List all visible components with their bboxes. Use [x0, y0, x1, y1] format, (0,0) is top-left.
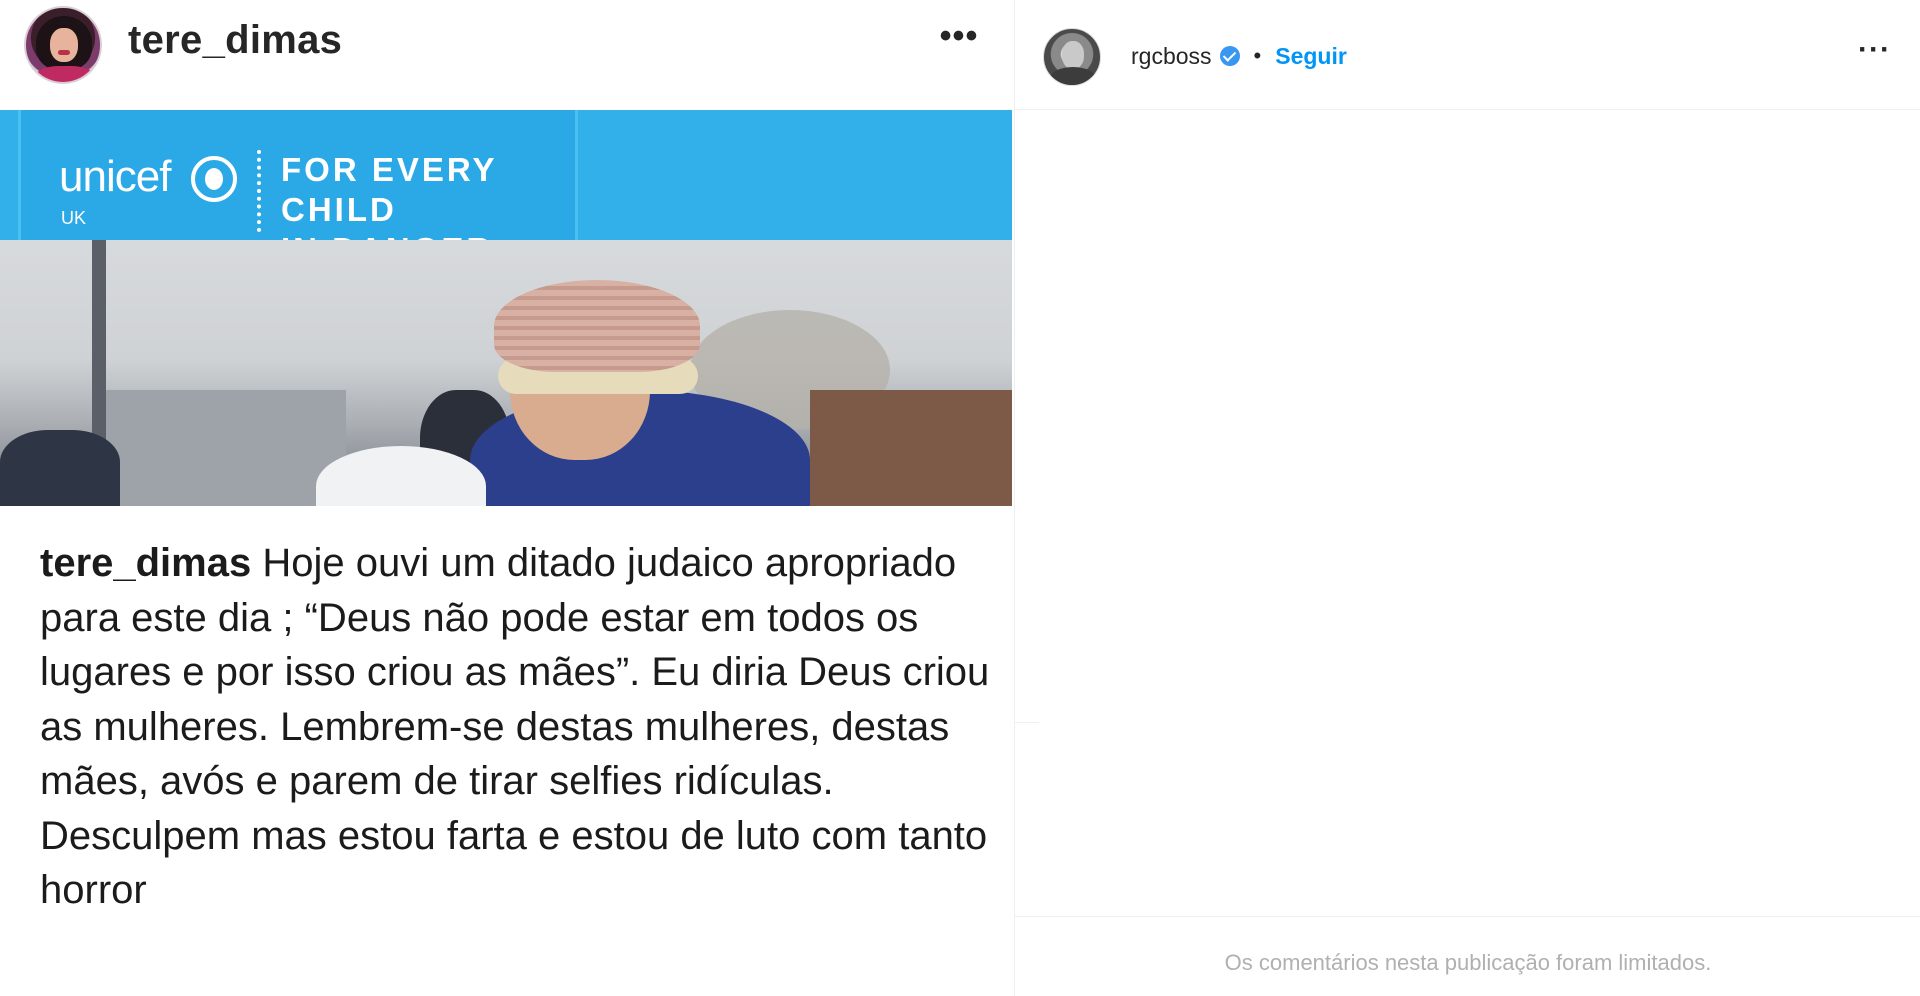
caption-text: Hoje ouvi um ditado judaico apropriado p…: [40, 541, 990, 912]
embedded-post-screenshot: tere_dimas ••• unicef UK FOR EVERY CHILD…: [0, 0, 1012, 996]
unicef-banner: unicef UK FOR EVERY CHILD IN DANGER: [0, 110, 1012, 268]
photo-woman-hat: [494, 280, 700, 372]
avatar[interactable]: [24, 6, 102, 84]
photo-building: [96, 390, 346, 506]
sidebar-header: rgcboss • Seguir ···: [1015, 0, 1920, 110]
unicef-globe-icon: [191, 156, 237, 202]
more-options-icon[interactable]: •••: [934, 19, 984, 56]
author-avatar-face: [1062, 41, 1084, 69]
avatar-face: [50, 28, 78, 62]
comments-limited-notice: Os comentários nesta publicação foram li…: [1224, 950, 1712, 975]
unicef-logo-box: unicef UK FOR EVERY CHILD IN DANGER: [18, 110, 578, 268]
verified-badge-icon: [1219, 46, 1240, 66]
avatar-mouth: [58, 50, 70, 55]
divider: [1015, 722, 1039, 723]
more-options-icon[interactable]: ···: [1858, 35, 1891, 65]
post-photo: [0, 240, 1012, 506]
author-avatar[interactable]: [1043, 28, 1101, 86]
post-header: tere_dimas •••: [0, 0, 1012, 110]
footer-divider: [1015, 916, 1920, 917]
post-caption: tere_dimas Hoje ouvi um ditado judaico a…: [40, 536, 1005, 918]
avatar-shirt: [36, 66, 94, 82]
post-username[interactable]: tere_dimas: [128, 18, 342, 63]
author-avatar-shirt: [1050, 67, 1096, 85]
author-row: rgcboss • Seguir: [1131, 42, 1347, 70]
photo-person-left: [0, 430, 120, 506]
banner-tagline-line1: FOR EVERY CHILD: [281, 151, 497, 228]
caption-username[interactable]: tere_dimas: [40, 541, 251, 585]
banner-divider: [257, 150, 261, 232]
follow-button[interactable]: Seguir: [1275, 43, 1347, 70]
photo-building-right: [810, 390, 1012, 506]
unicef-uk-label: UK: [61, 208, 87, 228]
separator-dot: •: [1253, 43, 1262, 68]
author-username[interactable]: rgcboss: [1131, 43, 1212, 70]
unicef-logo-text: unicef: [59, 152, 171, 201]
post-sidebar: rgcboss • Seguir ··· Os comentários nest…: [1014, 0, 1920, 996]
